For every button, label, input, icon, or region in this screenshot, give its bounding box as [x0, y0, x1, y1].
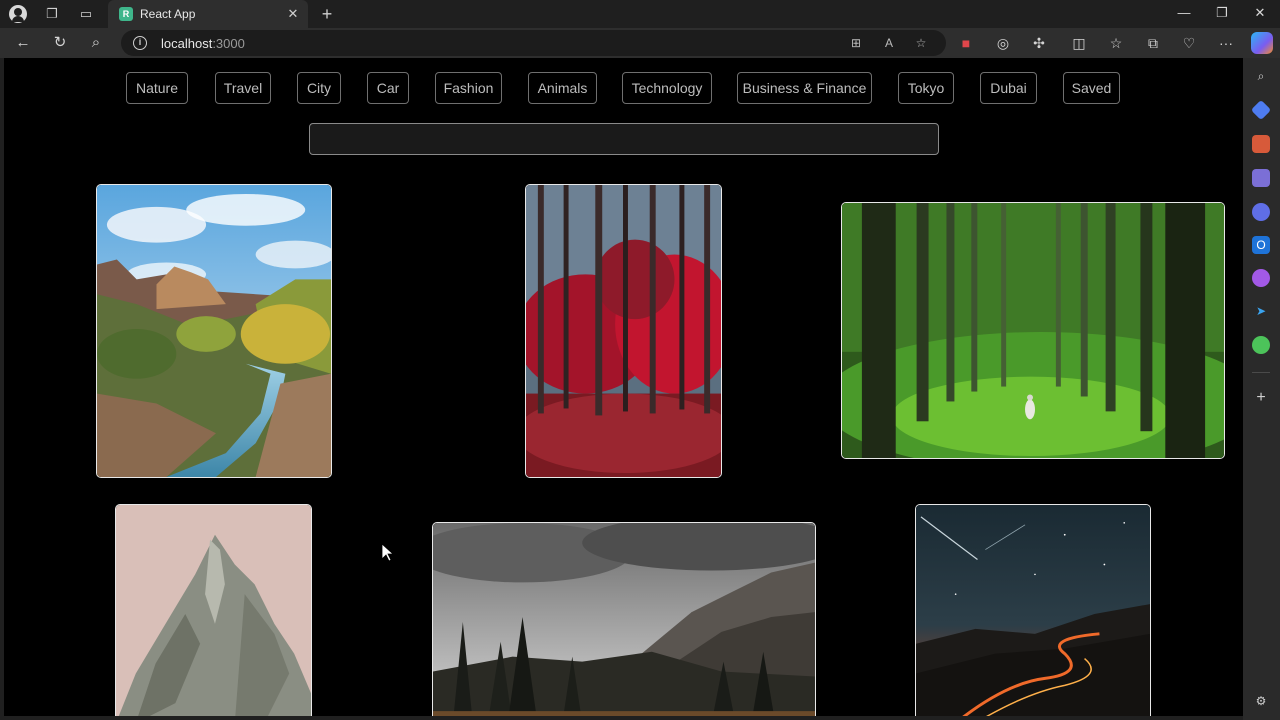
sidebar-divider — [1252, 372, 1270, 373]
sidebar-games-icon[interactable] — [1252, 169, 1270, 187]
tab-actions-icon[interactable]: ▭ — [77, 5, 95, 23]
address-bar: ← ↻ ⌕ i localhost:3000 ⊞ A ☆ ■ ◎ ✣ ◫ ☆ ⧉… — [0, 28, 1280, 58]
canyon-river-image — [97, 185, 331, 477]
sidebar-settings-icon[interactable]: ⚙ — [1252, 692, 1270, 710]
favorites-icon[interactable]: ☆ — [1105, 33, 1127, 53]
sidebar-add-icon[interactable]: + — [1252, 389, 1270, 407]
red-forest-image — [526, 185, 721, 477]
minimize-icon[interactable]: — — [1166, 2, 1202, 24]
mountain-peak-image — [116, 505, 311, 716]
new-tab-icon[interactable]: + — [318, 5, 336, 23]
extensions-puzzle-icon[interactable]: ✣ — [1028, 33, 1050, 53]
url-port: :3000 — [212, 36, 245, 51]
site-info-icon[interactable]: i — [133, 36, 147, 50]
category-bar: Nature Travel City Car Fashion Animals T… — [4, 72, 1243, 104]
read-aloud-icon[interactable]: A — [880, 35, 898, 51]
sidebar-tools-icon[interactable] — [1252, 135, 1270, 153]
back-icon[interactable]: ← — [12, 33, 34, 53]
sidebar-designer-icon[interactable] — [1252, 269, 1270, 287]
category-button-technology[interactable]: Technology — [622, 72, 712, 104]
photo-card-mountain-peak[interactable] — [115, 504, 312, 716]
page-viewport: Nature Travel City Car Fashion Animals T… — [4, 58, 1243, 716]
collections-toolbar-icon[interactable]: ⧉ — [1142, 33, 1164, 53]
favorite-star-icon[interactable]: ☆ — [912, 35, 930, 51]
tab-bar: ❐ ▭ R React App ✕ + — ❐ ✕ — [0, 0, 1280, 28]
category-button-tokyo[interactable]: Tokyo — [898, 72, 954, 104]
sidebar-tag-icon[interactable] — [1250, 99, 1272, 121]
category-button-dubai[interactable]: Dubai — [980, 72, 1037, 104]
collections-icon[interactable]: ❐ — [43, 5, 61, 23]
photo-card-misty-mountains[interactable] — [432, 522, 816, 716]
sidebar-tree-icon[interactable] — [1252, 336, 1270, 354]
photo-card-canyon-river[interactable] — [96, 184, 332, 478]
extension-red-icon[interactable]: ■ — [955, 33, 977, 53]
url-text: localhost:3000 — [161, 36, 245, 51]
close-tab-icon[interactable]: ✕ — [284, 5, 302, 23]
category-button-animals[interactable]: Animals — [528, 72, 597, 104]
tab-title: React App — [140, 7, 196, 21]
active-tab[interactable]: R React App ✕ — [108, 0, 308, 28]
copilot-icon[interactable] — [1251, 32, 1273, 54]
category-button-business-finance[interactable]: Business & Finance — [737, 72, 872, 104]
apps-icon[interactable]: ⊞ — [847, 35, 865, 51]
react-favicon-icon: R — [119, 7, 133, 21]
sidebar-send-icon[interactable]: ➤ — [1252, 302, 1270, 320]
green-forest-image — [842, 203, 1224, 458]
restore-icon[interactable]: ❐ — [1204, 2, 1240, 24]
reload-icon[interactable]: ↻ — [49, 33, 71, 53]
category-button-fashion[interactable]: Fashion — [435, 72, 502, 104]
search-icon[interactable]: ⌕ — [85, 33, 107, 53]
sidebar-search-icon[interactable]: ⌕ — [1252, 67, 1270, 85]
photo-card-night-road[interactable] — [915, 504, 1151, 716]
browser-essentials-icon[interactable]: ♡ — [1178, 33, 1200, 53]
category-button-city[interactable]: City — [297, 72, 341, 104]
category-button-travel[interactable]: Travel — [215, 72, 271, 104]
mouse-cursor-icon — [382, 544, 394, 562]
photo-card-red-forest[interactable] — [525, 184, 722, 478]
split-screen-icon[interactable]: ◫ — [1068, 33, 1090, 53]
search-input[interactable] — [309, 123, 939, 155]
night-road-image — [916, 505, 1150, 716]
url-host: localhost — [161, 36, 213, 51]
sidebar-copilot-icon[interactable] — [1252, 203, 1270, 221]
window-close-icon[interactable]: ✕ — [1242, 2, 1278, 24]
edge-sidebar: ⌕ O ➤ + ⚙ — [1243, 58, 1280, 720]
photo-card-green-forest[interactable] — [841, 202, 1225, 459]
more-menu-icon[interactable]: ··· — [1215, 33, 1237, 53]
category-button-nature[interactable]: Nature — [126, 72, 188, 104]
misty-mountains-image — [433, 523, 815, 716]
url-field[interactable]: i localhost:3000 ⊞ A ☆ — [121, 30, 946, 56]
extension-circle-icon[interactable]: ◎ — [992, 33, 1014, 53]
category-button-car[interactable]: Car — [367, 72, 409, 104]
sidebar-outlook-icon[interactable]: O — [1252, 236, 1270, 254]
profile-icon[interactable] — [9, 5, 27, 23]
category-button-saved[interactable]: Saved — [1063, 72, 1120, 104]
